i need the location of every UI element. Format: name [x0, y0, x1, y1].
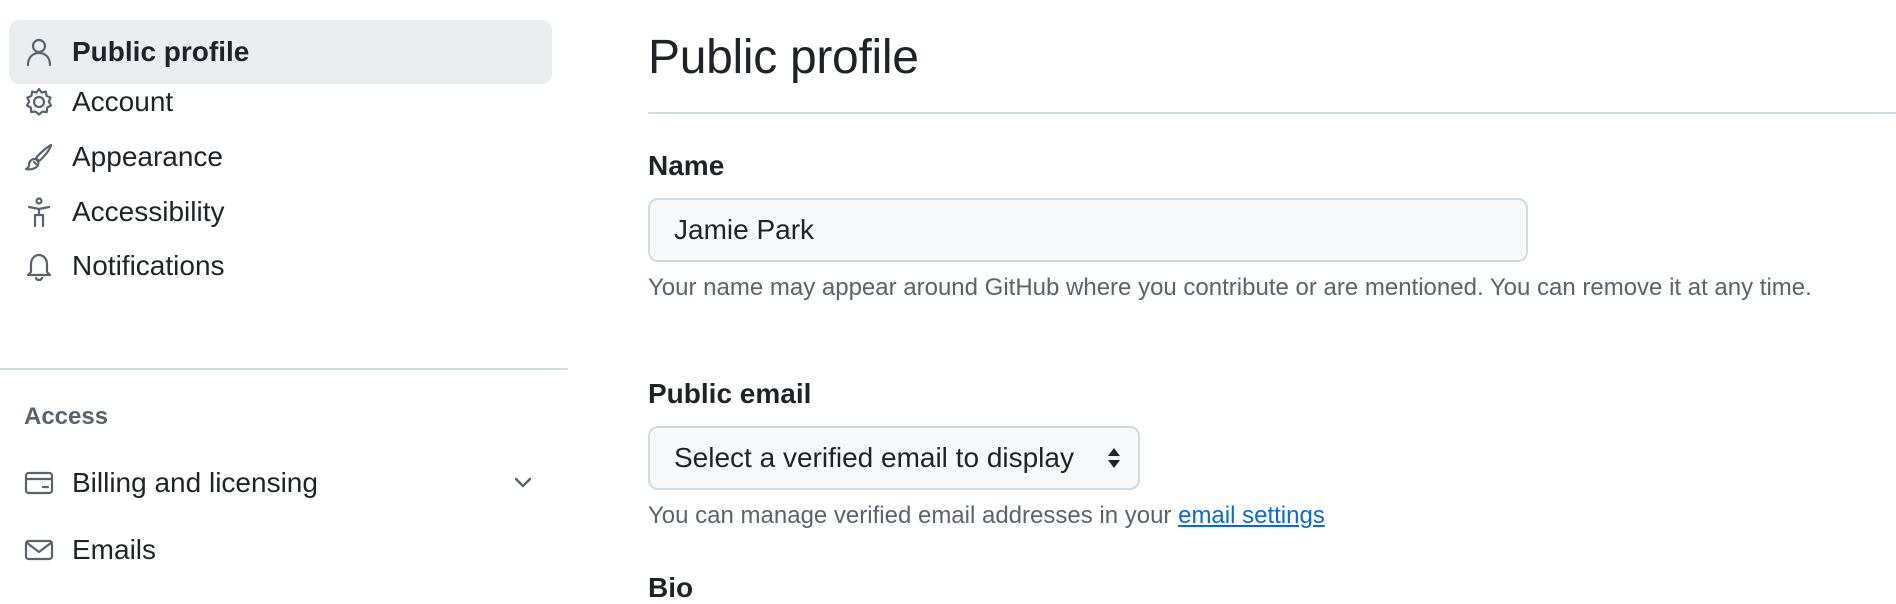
public-email-select-value: Select a verified email to display — [674, 442, 1074, 473]
sidebar-item-notifications[interactable]: Notifications — [9, 234, 552, 298]
public-email-help-text: You can manage verified email addresses … — [648, 498, 1325, 534]
sidebar-item-label: Billing and licensing — [72, 467, 318, 498]
settings-sidebar: Public profile Account Appearance Access… — [0, 0, 568, 604]
bio-label: Bio — [648, 572, 694, 603]
sidebar-item-emails[interactable]: Emails — [9, 518, 552, 582]
page-title: Public profile — [648, 31, 919, 84]
sidebar-item-label: Accessibility — [72, 196, 225, 227]
sidebar-item-label: Emails — [72, 534, 157, 565]
sidebar-group-heading-access: Access — [24, 403, 109, 430]
sidebar-divider — [0, 368, 568, 370]
person-icon — [23, 36, 55, 68]
chevron-down-icon[interactable] — [508, 468, 538, 498]
public-email-select[interactable]: Select a verified email to display — [648, 426, 1140, 490]
public-email-help-prefix: You can manage verified email addresses … — [648, 502, 1172, 529]
sidebar-item-billing-and-licensing[interactable]: Billing and licensing — [9, 451, 552, 515]
email-settings-link[interactable]: email settings — [1178, 502, 1325, 529]
bell-icon — [23, 250, 55, 282]
sidebar-item-label: Public profile — [72, 36, 250, 67]
public-email-label: Public email — [648, 378, 812, 409]
sidebar-item-label: Appearance — [72, 141, 224, 172]
mail-icon — [23, 534, 55, 566]
name-input[interactable] — [648, 198, 1528, 262]
credit-card-icon — [23, 467, 55, 499]
select-arrows-icon — [1104, 443, 1124, 473]
sidebar-item-label: Account — [72, 86, 174, 117]
accessibility-icon — [23, 196, 55, 228]
profile-settings-main: Public profile Name Your name may appear… — [648, 0, 1896, 604]
name-help-text: Your name may appear around GitHub where… — [648, 274, 1812, 301]
gear-icon — [23, 86, 55, 118]
name-label: Name — [648, 150, 725, 181]
title-divider — [648, 112, 1896, 114]
sidebar-item-label: Notifications — [72, 250, 225, 281]
paintbrush-icon — [23, 141, 55, 173]
